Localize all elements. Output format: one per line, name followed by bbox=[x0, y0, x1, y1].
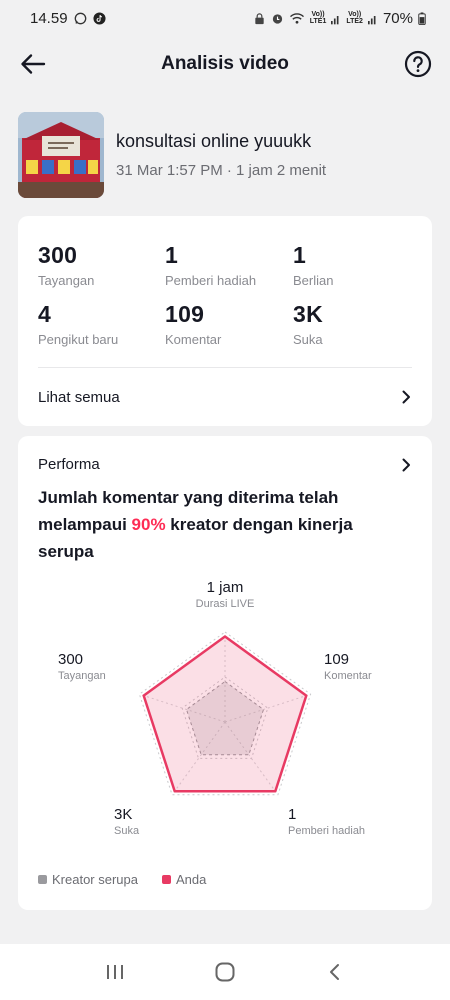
legend-item-you: Anda bbox=[162, 872, 206, 887]
battery-icon bbox=[418, 11, 426, 25]
home-icon bbox=[215, 962, 235, 982]
stat-value: 3K bbox=[293, 301, 324, 327]
radar-series-anda bbox=[142, 635, 308, 793]
stat-likes: 3K Suka bbox=[293, 301, 323, 347]
back-button[interactable] bbox=[18, 50, 48, 78]
volte-lte2-indicator: Vo)) LTE2 bbox=[346, 11, 363, 25]
tiktok-icon bbox=[93, 11, 106, 25]
radar-axis-likes: 3K Suka bbox=[114, 806, 174, 837]
video-meta: 31 Mar 1:57 PM · 1 jam 2 menit bbox=[116, 162, 327, 179]
lock-icon bbox=[255, 12, 264, 24]
radar-axis-duration: 1 jam Durasi LIVE bbox=[165, 579, 285, 610]
axis-value: 1 jam bbox=[206, 579, 244, 596]
radar-axis-gifters: 1 Pemberi hadiah bbox=[288, 806, 398, 837]
volte-label-2: Vo)) bbox=[348, 11, 362, 18]
stat-gifters: 1 Pemberi hadiah bbox=[165, 242, 256, 288]
stat-new-followers: 4 Pengikut baru bbox=[38, 301, 118, 347]
stat-label: Pemberi hadiah bbox=[165, 273, 257, 288]
axis-label: Tayangan bbox=[58, 670, 106, 682]
axis-label: Pemberi hadiah bbox=[288, 825, 366, 837]
axis-value: 300 bbox=[58, 651, 84, 668]
stat-label: Pengikut baru bbox=[38, 332, 119, 347]
battery-percent: 70% bbox=[382, 9, 413, 27]
video-title: konsultasi online yuuukk bbox=[116, 131, 312, 151]
stat-value: 1 bbox=[165, 242, 179, 268]
volte-label-1: Vo)) bbox=[311, 11, 325, 18]
lte2-label: LTE2 bbox=[346, 18, 363, 25]
stat-value: 109 bbox=[165, 301, 205, 327]
signal-1-icon bbox=[331, 15, 339, 24]
legend-label-similar: Kreator serupa bbox=[52, 872, 138, 887]
lte1-label: LTE1 bbox=[309, 18, 327, 25]
signal-2-icon bbox=[367, 15, 376, 24]
axis-label: Komentar bbox=[324, 670, 372, 682]
recent-apps-icon bbox=[107, 965, 123, 979]
alarm-icon bbox=[272, 13, 282, 24]
stat-label: Tayangan bbox=[38, 273, 95, 288]
axis-label: Suka bbox=[114, 825, 140, 837]
chart-legend: Kreator serupa Anda bbox=[38, 872, 206, 887]
home-button[interactable] bbox=[205, 957, 245, 987]
help-button[interactable] bbox=[404, 50, 432, 78]
axis-value: 109 bbox=[324, 651, 350, 668]
see-all-button[interactable]: Lihat semua bbox=[18, 368, 432, 426]
back-nav-button[interactable] bbox=[315, 957, 355, 987]
stat-label: Komentar bbox=[165, 332, 222, 347]
legend-swatch-you bbox=[162, 875, 171, 884]
legend-swatch-similar bbox=[38, 875, 47, 884]
video-thumbnail[interactable] bbox=[18, 112, 104, 198]
thumbnail-image bbox=[18, 112, 104, 198]
axis-value: 3K bbox=[114, 806, 133, 823]
whatsapp-icon bbox=[74, 12, 86, 24]
legend-item-similar: Kreator serupa bbox=[38, 872, 138, 887]
performance-card: Performa Jumlah komentar yang diterima t… bbox=[18, 436, 432, 910]
app-header: Analisis video bbox=[0, 36, 450, 92]
axis-label: Durasi LIVE bbox=[195, 598, 255, 610]
chevron-left-icon bbox=[330, 964, 339, 980]
wifi-icon bbox=[289, 12, 304, 24]
recent-apps-button[interactable] bbox=[95, 957, 135, 987]
status-time: 14.59 bbox=[30, 9, 68, 27]
stat-label: Suka bbox=[293, 332, 323, 347]
legend-label-you: Anda bbox=[176, 872, 207, 887]
page-title: Analisis video bbox=[161, 53, 289, 74]
radar-axis-comments: 109 Komentar bbox=[324, 651, 404, 682]
radar-axis-views: 300 Tayangan bbox=[58, 651, 138, 682]
arrow-left-icon bbox=[21, 54, 46, 74]
stat-diamonds: 1 Berlian bbox=[293, 242, 333, 288]
axis-value: 1 bbox=[288, 806, 297, 823]
volte-lte1-indicator: Vo)) LTE1 bbox=[310, 11, 327, 25]
system-nav-bar bbox=[0, 944, 450, 1000]
stat-views: 300 Tayangan bbox=[38, 242, 94, 288]
see-all-label: Lihat semua bbox=[38, 388, 120, 406]
stat-value: 300 bbox=[38, 242, 78, 268]
status-bar: 14.59 Vo)) LTE1 Vo)) LTE2 70% bbox=[0, 0, 450, 36]
chevron-right-icon bbox=[402, 390, 410, 404]
question-circle-icon bbox=[404, 50, 432, 78]
stat-comments: 109 Komentar bbox=[165, 301, 221, 347]
stat-label: Berlian bbox=[293, 273, 334, 288]
video-summary[interactable]: konsultasi online yuuukk 31 Mar 1:57 PM … bbox=[18, 112, 432, 198]
stats-card: 300 Tayangan 1 Pemberi hadiah 1 Berlian … bbox=[18, 216, 432, 426]
stat-value: 1 bbox=[293, 242, 307, 268]
stat-value: 4 bbox=[38, 301, 52, 327]
